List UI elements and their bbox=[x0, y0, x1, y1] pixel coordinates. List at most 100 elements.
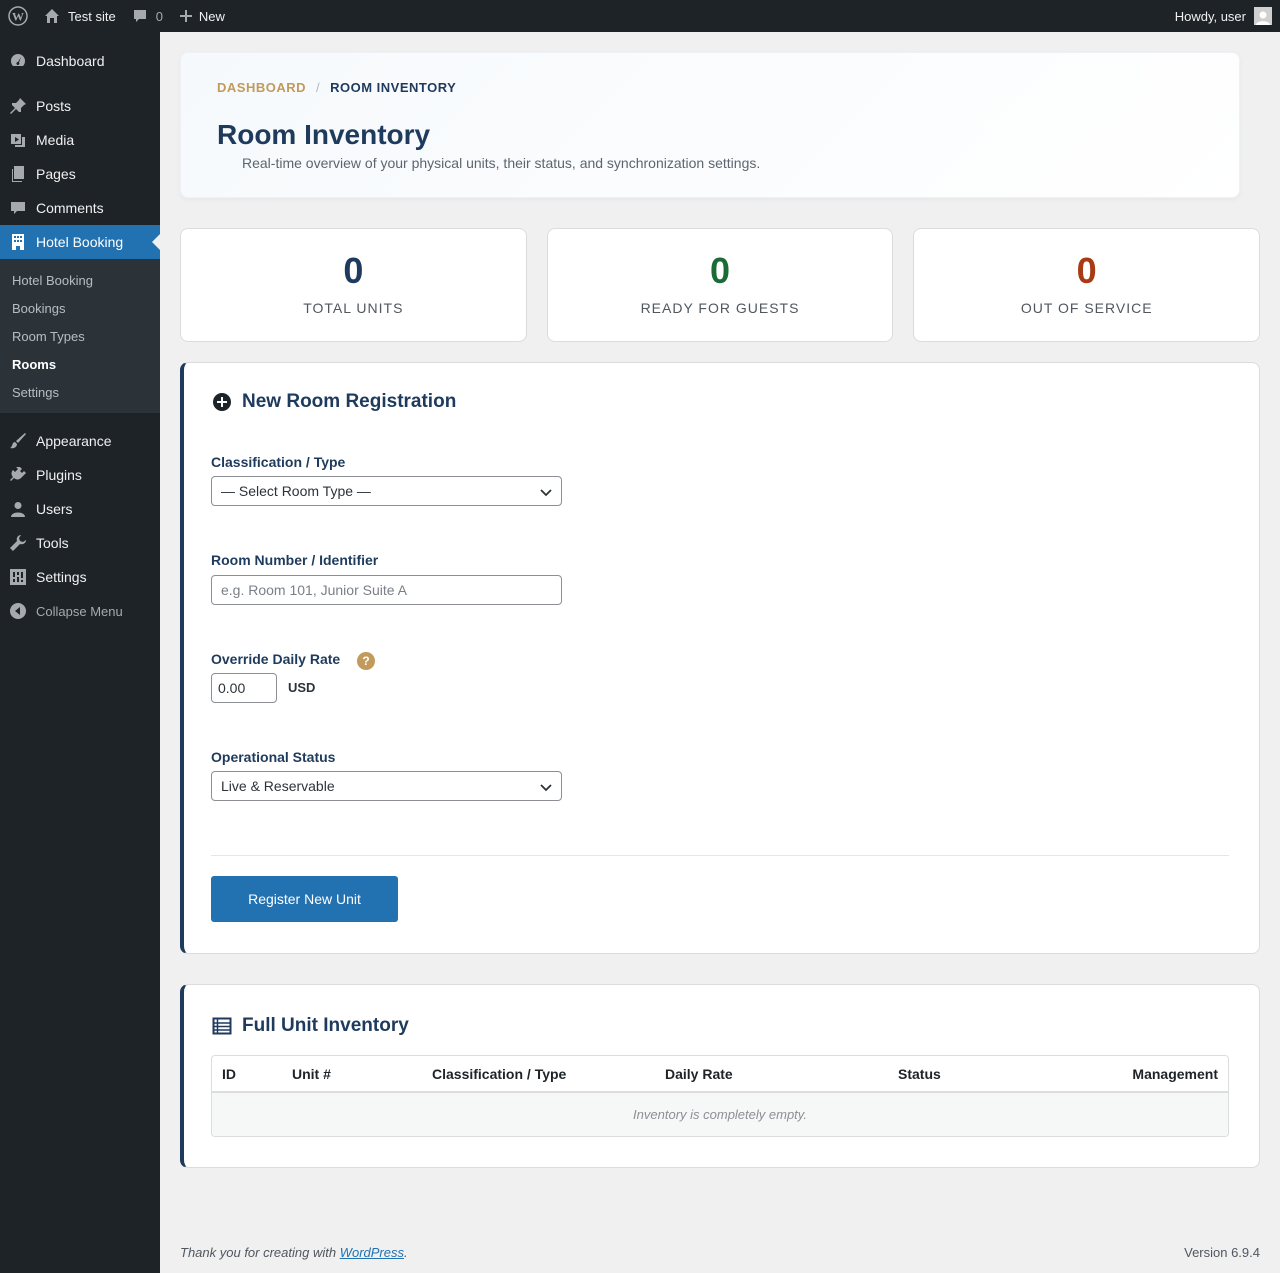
sidebar-item-appearance[interactable]: Appearance bbox=[0, 424, 160, 458]
column-header-rate: Daily Rate bbox=[665, 1066, 733, 1082]
stat-label: READY FOR GUESTS bbox=[640, 300, 800, 316]
collapse-menu-button[interactable]: Collapse Menu bbox=[0, 594, 160, 628]
breadcrumb-separator: / bbox=[316, 80, 321, 95]
stat-card-ready-for-guests: 0 READY FOR GUESTS bbox=[546, 228, 894, 342]
sidebar-item-label: Media bbox=[36, 132, 75, 148]
form-divider bbox=[211, 855, 1229, 856]
form-title-text: New Room Registration bbox=[242, 391, 457, 412]
submenu-item-settings[interactable]: Settings bbox=[0, 378, 160, 406]
sidebar-item-settings[interactable]: Settings bbox=[0, 560, 160, 594]
sidebar-item-comments[interactable]: Comments bbox=[0, 191, 160, 225]
stat-label: TOTAL UNITS bbox=[303, 300, 404, 316]
pages-icon bbox=[8, 164, 28, 184]
stat-label: OUT OF SERVICE bbox=[1020, 300, 1153, 316]
daily-rate-label: Override Daily Rate bbox=[211, 651, 341, 667]
sidebar-item-label: Hotel Booking bbox=[36, 234, 124, 250]
breadcrumb-current: ROOM INVENTORY bbox=[330, 80, 457, 95]
dashboard-icon bbox=[8, 51, 28, 71]
sidebar-item-users[interactable]: Users bbox=[0, 492, 160, 526]
sidebar-item-plugins[interactable]: Plugins bbox=[0, 458, 160, 492]
plus-circle-icon bbox=[212, 392, 242, 412]
column-header-type: Classification / Type bbox=[432, 1066, 567, 1082]
sidebar-item-hotel-booking[interactable]: Hotel Booking bbox=[0, 225, 160, 259]
chevron-down-icon bbox=[539, 485, 553, 502]
footer-thanks-suffix: . bbox=[404, 1245, 408, 1260]
column-header-unit: Unit # bbox=[292, 1066, 331, 1082]
register-unit-button[interactable]: Register New Unit bbox=[211, 876, 398, 922]
breadcrumb-dashboard-link[interactable]: DASHBOARD bbox=[217, 80, 306, 95]
footer-thanks-prefix: Thank you for creating with bbox=[180, 1245, 340, 1260]
sidebar-item-label: Posts bbox=[36, 98, 72, 114]
currency-label: USD bbox=[288, 680, 316, 695]
sidebar-item-pages[interactable]: Pages bbox=[0, 157, 160, 191]
sidebar-item-posts[interactable]: Posts bbox=[0, 89, 160, 123]
stats-row: 0 TOTAL UNITS 0 READY FOR GUESTS 0 OUT O… bbox=[180, 228, 1261, 342]
account-menu[interactable]: Howdy, user bbox=[1175, 7, 1280, 25]
admin-bar: W Test site 0 New Howdy, user bbox=[0, 0, 1280, 32]
page-subtitle: Real-time overview of your physical unit… bbox=[242, 155, 761, 171]
home-icon bbox=[44, 8, 60, 24]
stat-value: 0 bbox=[1076, 250, 1097, 291]
room-type-select[interactable]: — Select Room Type — bbox=[211, 476, 562, 506]
table-list-icon bbox=[212, 1016, 242, 1036]
status-select[interactable]: Live & Reservable bbox=[211, 771, 562, 801]
help-icon[interactable]: ? bbox=[357, 652, 375, 670]
sidebar-item-label: Plugins bbox=[36, 467, 82, 483]
collapse-icon bbox=[8, 601, 28, 621]
inventory-table: ID Unit # Classification / Type Daily Ra… bbox=[211, 1055, 1229, 1137]
submenu-item-room-types[interactable]: Room Types bbox=[0, 322, 160, 350]
sidebar-item-label: Comments bbox=[36, 200, 104, 216]
page-header: DASHBOARD / ROOM INVENTORY Room Inventory … bbox=[180, 52, 1240, 198]
building-icon bbox=[8, 232, 28, 252]
new-label: New bbox=[198, 8, 225, 24]
empty-state-message: Inventory is completely empty. bbox=[212, 1093, 1228, 1136]
room-number-label: Room Number / Identifier bbox=[211, 552, 379, 568]
room-type-selected: — Select Room Type — bbox=[221, 483, 371, 499]
hotel-booking-submenu: Hotel Booking Bookings Room Types Rooms … bbox=[0, 259, 160, 413]
room-number-input[interactable] bbox=[211, 575, 562, 605]
sidebar-item-label: Appearance bbox=[36, 433, 112, 449]
admin-sidebar: Dashboard Posts Media Pages Comments Hot… bbox=[0, 32, 160, 1273]
wordpress-link[interactable]: WordPress bbox=[340, 1245, 404, 1260]
inventory-section: Full Unit Inventory ID Unit # Classifica… bbox=[180, 984, 1260, 1168]
sidebar-item-label: Settings bbox=[36, 569, 87, 585]
status-selected: Live & Reservable bbox=[221, 778, 335, 794]
new-room-form: New Room Registration Classification / T… bbox=[180, 362, 1260, 954]
new-content-link[interactable]: New bbox=[171, 0, 233, 32]
submenu-item-bookings[interactable]: Bookings bbox=[0, 294, 160, 322]
sidebar-item-label: Tools bbox=[36, 535, 69, 551]
table-header: ID Unit # Classification / Type Daily Ra… bbox=[212, 1056, 1228, 1093]
site-name: Test site bbox=[68, 8, 116, 24]
sidebar-item-label: Users bbox=[36, 501, 73, 517]
plugin-icon bbox=[8, 465, 28, 485]
sidebar-item-tools[interactable]: Tools bbox=[0, 526, 160, 560]
page-title: Room Inventory bbox=[217, 119, 431, 150]
stat-card-total-units: 0 TOTAL UNITS bbox=[180, 228, 527, 342]
collapse-label: Collapse Menu bbox=[36, 603, 123, 619]
form-title: New Room Registration bbox=[212, 391, 456, 413]
user-icon bbox=[8, 499, 28, 519]
wrench-icon bbox=[8, 533, 28, 553]
sidebar-item-label: Pages bbox=[36, 166, 76, 182]
svg-text:W: W bbox=[12, 10, 24, 24]
greeting: Howdy, user bbox=[1174, 8, 1246, 24]
submenu-item-hotel-booking[interactable]: Hotel Booking bbox=[0, 266, 160, 294]
wordpress-logo-icon[interactable]: W bbox=[0, 0, 36, 32]
room-type-label: Classification / Type bbox=[211, 454, 346, 470]
daily-rate-input[interactable] bbox=[211, 673, 277, 703]
inventory-title: Full Unit Inventory bbox=[212, 1015, 409, 1037]
column-header-status: Status bbox=[898, 1066, 941, 1082]
column-header-id: ID bbox=[222, 1066, 236, 1082]
comments-link[interactable]: 0 bbox=[124, 0, 171, 32]
comment-icon bbox=[8, 198, 28, 218]
plus-icon bbox=[179, 9, 193, 23]
sidebar-item-dashboard[interactable]: Dashboard bbox=[0, 44, 160, 78]
settings-icon bbox=[8, 567, 28, 587]
footer-version: Version 6.9.4 bbox=[1184, 1245, 1260, 1260]
sidebar-item-label: Dashboard bbox=[36, 53, 105, 69]
sidebar-item-media[interactable]: Media bbox=[0, 123, 160, 157]
submenu-item-rooms[interactable]: Rooms bbox=[0, 350, 160, 378]
column-header-management: Management bbox=[1132, 1066, 1218, 1082]
comment-icon bbox=[132, 8, 148, 24]
site-name-link[interactable]: Test site bbox=[36, 0, 124, 32]
